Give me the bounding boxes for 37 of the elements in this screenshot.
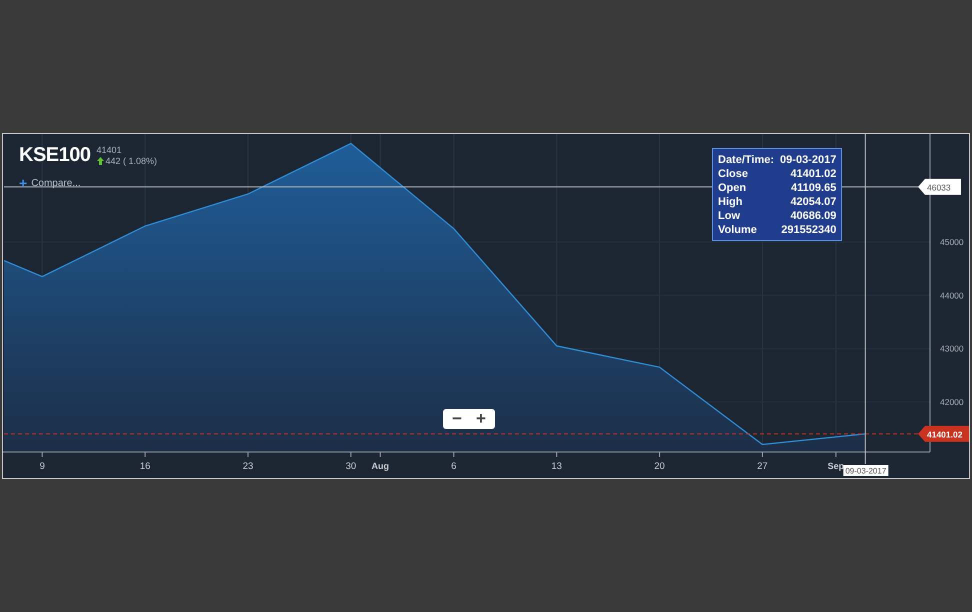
axis-label: 9 <box>40 461 45 472</box>
axis-label: 45000 <box>940 236 964 247</box>
up-arrow-icon <box>96 157 104 165</box>
tooltip-value: 41401.02 <box>789 167 836 181</box>
ref-line-label: 41401.02 <box>927 429 963 440</box>
axis-label: 30 <box>346 461 356 472</box>
axis-label: Aug <box>372 461 390 471</box>
axis-label: 6 <box>451 461 456 472</box>
tooltip-label: Open <box>718 181 748 195</box>
tooltip-value: 40686.09 <box>789 209 836 223</box>
axis-label: 13 <box>551 461 562 472</box>
axis-label: 44000 <box>940 290 964 300</box>
tooltip-value: 41109.65 <box>790 181 836 195</box>
tooltip-label: Close <box>718 167 749 181</box>
tooltip-value: 42054.07 <box>789 195 836 209</box>
axis-label: 20 <box>654 461 665 472</box>
tooltip-label: Volume <box>718 223 758 237</box>
crosshair-date-tag: 09-03-2017 <box>843 465 888 476</box>
change-value: 442 ( 1.08%) <box>106 156 158 166</box>
zoom-out-button[interactable]: − <box>447 410 467 428</box>
price-value: 41401 <box>96 145 123 155</box>
axis-label: 16 <box>140 461 150 472</box>
tooltip-label: Low <box>718 209 741 223</box>
symbol-title: KSE100 <box>19 144 90 166</box>
axis-label: 27 <box>757 461 768 472</box>
last-price-tag: 41401.02 <box>918 426 969 442</box>
axis-label: 42000 <box>940 396 964 407</box>
axis-label: Sep <box>828 461 844 471</box>
ref-line-label: 46033 <box>927 182 951 192</box>
tooltip-value: 09-03-2017 <box>780 153 836 167</box>
axis-label: 23 <box>242 461 254 472</box>
axis-label: 43000 <box>940 344 964 354</box>
tooltip-label: Date/Time: <box>718 153 774 167</box>
tooltip-label: High <box>718 195 744 209</box>
crosshair-value-tag: 46033 <box>918 178 961 195</box>
zoom-in-button[interactable]: + <box>470 410 491 428</box>
tooltip-value: 291552340 <box>780 223 836 237</box>
